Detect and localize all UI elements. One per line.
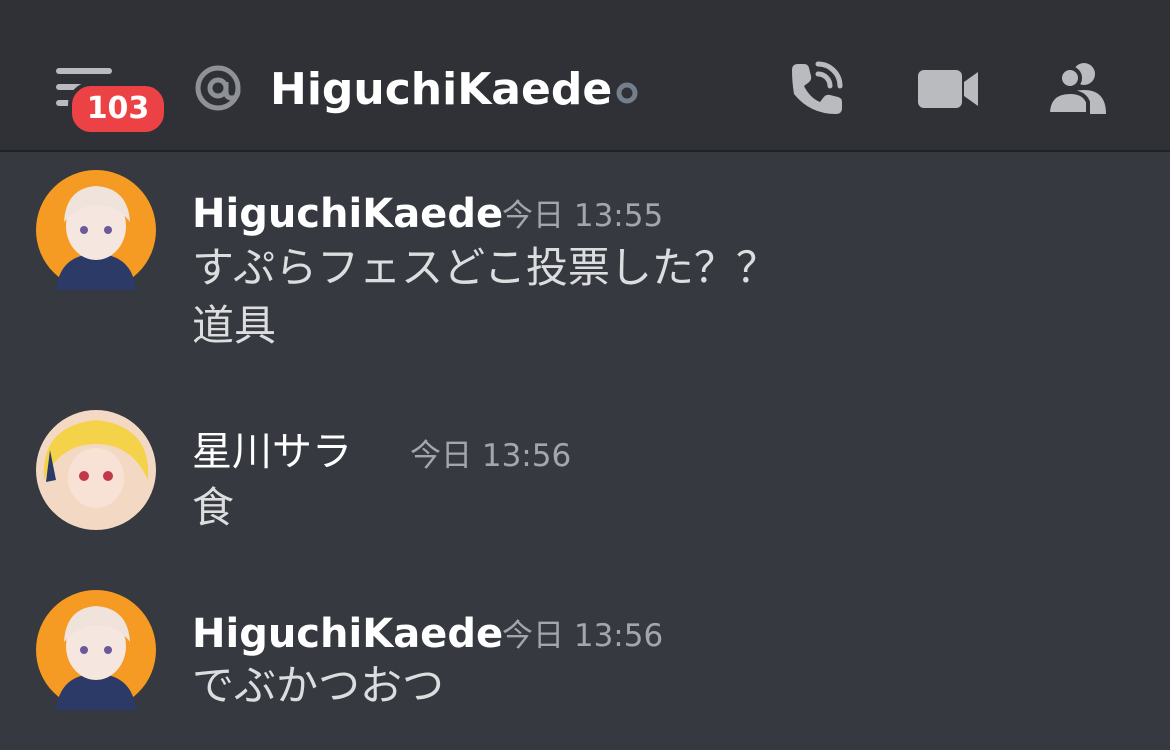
message-author[interactable]: HiguchiKaede [192, 190, 503, 238]
message-author[interactable]: HiguchiKaede [192, 610, 503, 658]
user-avatar[interactable] [36, 410, 156, 530]
message-text-line: 道具 [192, 301, 277, 350]
offline-status-icon [616, 82, 638, 104]
message-author[interactable]: 星川サラ [192, 428, 352, 476]
unread-badge: 103 [68, 82, 168, 136]
message-text-line: すぷらフェスどこ投票した？？ [192, 243, 778, 292]
members-icon[interactable] [1046, 58, 1112, 120]
channel-name: HiguchiKaede [270, 64, 613, 115]
message-text-line: でぶかつおつ [192, 661, 445, 710]
message-timestamp: 今日 13:56 [410, 438, 572, 474]
channel-header: 103 HiguchiKaede [0, 0, 1170, 152]
video-camera-icon[interactable] [916, 58, 980, 120]
phone-call-icon[interactable] [784, 58, 846, 120]
message-timestamp: 今日 13:55 [502, 198, 664, 234]
message-text-line: 食 [192, 483, 235, 532]
at-sign-icon [195, 65, 241, 111]
user-avatar[interactable] [36, 590, 156, 710]
user-avatar[interactable] [36, 170, 156, 290]
message-timestamp: 今日 13:56 [502, 618, 664, 654]
